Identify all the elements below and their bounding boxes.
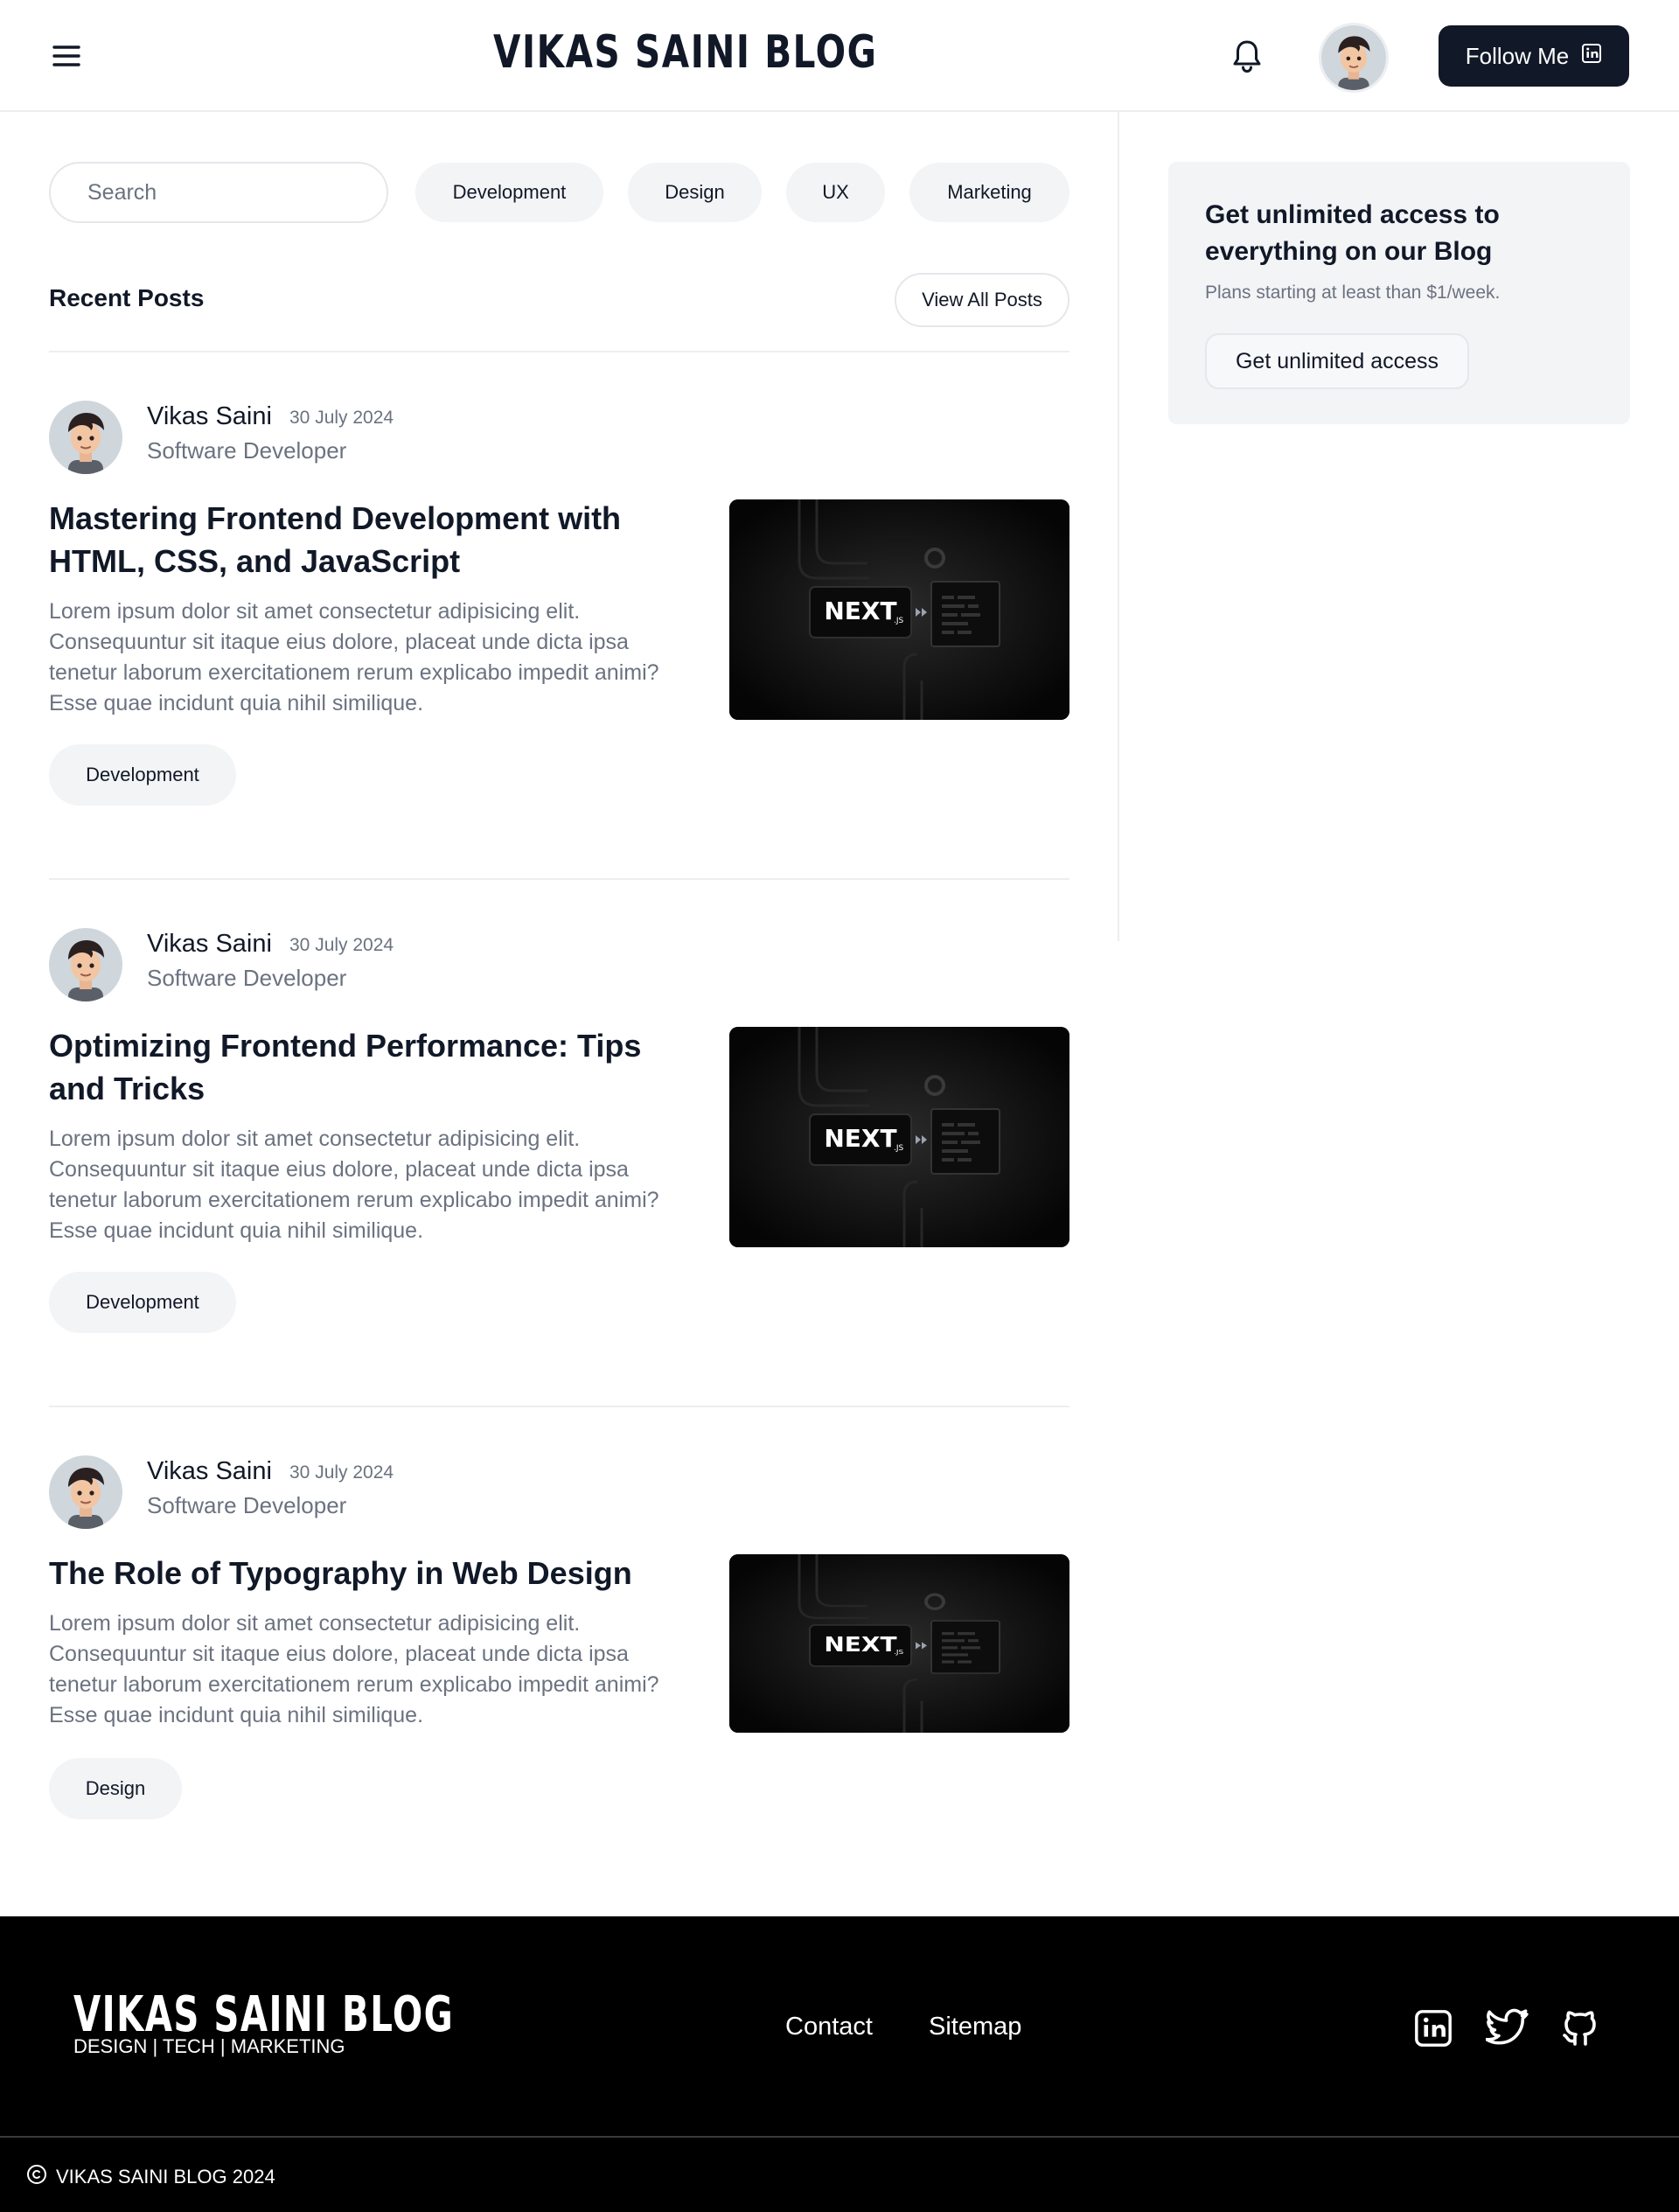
search-input[interactable] bbox=[49, 162, 388, 223]
author-role: Software Developer bbox=[147, 437, 347, 464]
category-chip-marketing[interactable]: Marketing bbox=[909, 163, 1069, 222]
post-date: 30 July 2024 bbox=[289, 1462, 394, 1483]
linkedin-icon bbox=[1581, 43, 1602, 70]
category-chip-development[interactable]: Development bbox=[415, 163, 603, 222]
nextjs-thumbnail-art: NEXT .JS bbox=[729, 1554, 1069, 1733]
author-name[interactable]: Vikas Saini bbox=[147, 402, 272, 431]
promo-title: Get unlimited access to everything on ou… bbox=[1205, 200, 1500, 266]
category-chip-design[interactable]: Design bbox=[628, 163, 762, 222]
author-role: Software Developer bbox=[147, 1492, 347, 1518]
author-name[interactable]: Vikas Saini bbox=[147, 1457, 272, 1486]
site-header: VIKAS SAINI BLOG Follow Me bbox=[0, 0, 1679, 112]
post-title[interactable]: Optimizing Frontend Performance: Tips an… bbox=[49, 1024, 661, 1110]
post-tag[interactable]: Development bbox=[49, 744, 236, 806]
unlimited-access-card: Get unlimited access to everything on ou… bbox=[1168, 162, 1630, 424]
footer-link-contact[interactable]: Contact bbox=[785, 2013, 873, 2041]
post-title[interactable]: The Role of Typography in Web Design bbox=[49, 1552, 661, 1594]
site-logo[interactable]: VIKAS SAINI BLOG bbox=[493, 26, 878, 79]
follow-me-button[interactable]: Follow Me bbox=[1439, 25, 1629, 87]
nextjs-thumbnail-art: NEXT .JS bbox=[729, 499, 1069, 720]
footer-link-sitemap[interactable]: Sitemap bbox=[929, 2013, 1021, 2041]
follow-label: Follow Me bbox=[1465, 42, 1570, 69]
copyright: VIKAS SAINI BLOG 2024 bbox=[26, 2164, 275, 2190]
post-tag[interactable]: Development bbox=[49, 1272, 236, 1333]
post-tag[interactable]: Design bbox=[49, 1758, 182, 1819]
divider bbox=[49, 878, 1069, 880]
view-all-posts-button[interactable]: View All Posts bbox=[895, 273, 1069, 327]
nextjs-logo-suffix: .JS bbox=[894, 1648, 903, 1656]
nextjs-logo-text: NEXT bbox=[824, 1633, 897, 1657]
nextjs-thumbnail-art: NEXT .JS bbox=[729, 1027, 1069, 1247]
nextjs-logo-text: NEXT bbox=[824, 1124, 896, 1153]
bell-icon[interactable] bbox=[1228, 37, 1266, 75]
user-avatar[interactable] bbox=[1319, 23, 1389, 93]
nextjs-logo-suffix: .JS bbox=[894, 617, 904, 625]
post-thumbnail[interactable]: NEXT .JS bbox=[729, 1554, 1069, 1733]
site-footer: VIKAS SAINI BLOG DESIGN | TECH | MARKETI… bbox=[0, 1916, 1679, 2212]
divider bbox=[49, 1406, 1069, 1407]
post-thumbnail[interactable]: NEXT .JS bbox=[729, 499, 1069, 720]
nextjs-logo-text: NEXT bbox=[824, 597, 896, 625]
post-thumbnail[interactable]: NEXT .JS bbox=[729, 1027, 1069, 1247]
post-excerpt: Lorem ipsum dolor sit amet consectetur a… bbox=[49, 599, 659, 715]
copyright-icon bbox=[26, 2164, 47, 2190]
github-icon[interactable] bbox=[1556, 2004, 1605, 2053]
post-date: 30 July 2024 bbox=[289, 935, 394, 955]
category-chip-ux[interactable]: UX bbox=[786, 163, 885, 222]
author-avatar[interactable] bbox=[49, 401, 122, 474]
footer-tagline: DESIGN | TECH | MARKETING bbox=[73, 2035, 345, 2057]
author-avatar[interactable] bbox=[49, 1455, 122, 1529]
get-unlimited-access-button[interactable]: Get unlimited access bbox=[1205, 333, 1469, 389]
author-name[interactable]: Vikas Saini bbox=[147, 930, 272, 959]
recent-posts-heading: Recent Posts bbox=[49, 284, 205, 311]
author-role: Software Developer bbox=[147, 965, 347, 991]
post-title[interactable]: Mastering Frontend Development with HTML… bbox=[49, 497, 661, 583]
author-avatar[interactable] bbox=[49, 928, 122, 1001]
post-date: 30 July 2024 bbox=[289, 408, 394, 428]
twitter-icon[interactable] bbox=[1483, 2004, 1532, 2053]
linkedin-icon[interactable] bbox=[1409, 2004, 1458, 2053]
copyright-text: VIKAS SAINI BLOG 2024 bbox=[56, 2166, 275, 2188]
sidebar-divider bbox=[1118, 112, 1119, 941]
post-excerpt: Lorem ipsum dolor sit amet consectetur a… bbox=[49, 1127, 659, 1243]
footer-divider bbox=[0, 2136, 1679, 2138]
divider bbox=[49, 351, 1069, 352]
nextjs-logo-suffix: .JS bbox=[894, 1144, 904, 1153]
post-excerpt: Lorem ipsum dolor sit amet consectetur a… bbox=[49, 1611, 659, 1727]
hamburger-menu-icon[interactable] bbox=[49, 38, 84, 73]
promo-subtitle: Plans starting at least than $1/week. bbox=[1205, 283, 1501, 303]
